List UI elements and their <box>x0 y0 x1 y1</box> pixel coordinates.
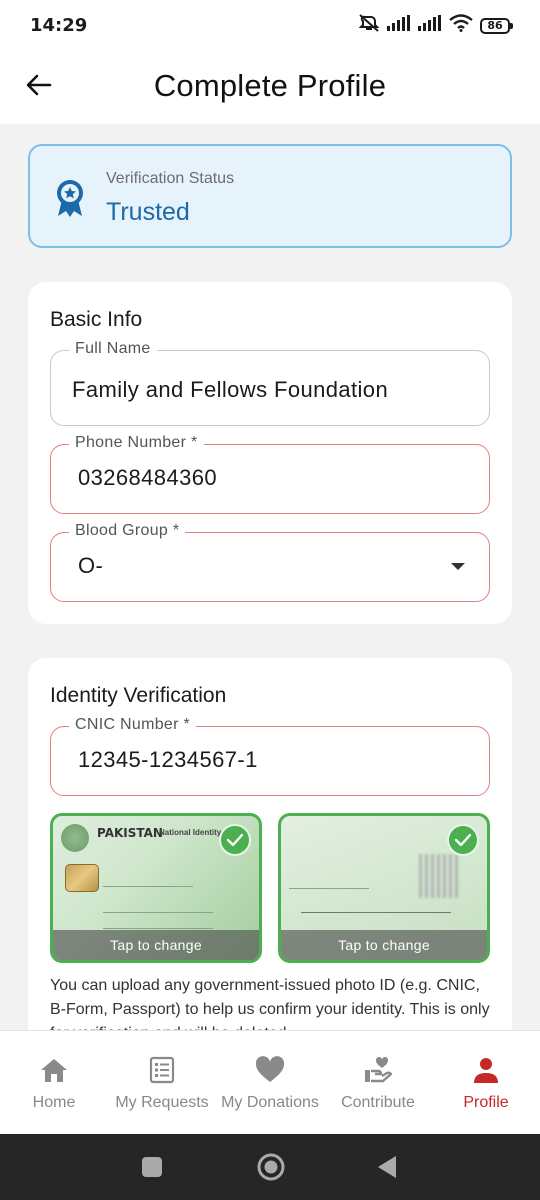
heart-icon <box>255 1055 285 1085</box>
verification-status-value: Trusted <box>106 198 190 226</box>
id-help-text: You can upload any government-issued pho… <box>50 977 490 1030</box>
nav-label-profile: Profile <box>463 1094 509 1111</box>
blood-group-dropdown[interactable]: Blood Group * O- <box>50 522 490 602</box>
cnic-number-label: CNIC Number * <box>69 716 197 734</box>
home-icon <box>39 1055 69 1085</box>
bottom-navigation: Home My Requests My Donations Contribute… <box>0 1030 540 1134</box>
id-front-image[interactable]: PAKISTAN National Identity Card Tap to c… <box>50 813 262 963</box>
list-icon <box>147 1055 177 1085</box>
cnic-number-field[interactable]: CNIC Number * 12345-1234567-1 <box>50 716 490 796</box>
nav-item-my-requests[interactable]: My Requests <box>108 1031 216 1134</box>
check-icon <box>447 824 479 856</box>
nav-item-home[interactable]: Home <box>0 1031 108 1134</box>
app-bar: Complete Profile <box>0 50 540 124</box>
qr-code-image <box>419 854 459 898</box>
dropdown-arrow-icon <box>451 563 465 570</box>
cnic-number-value: 12345-1234567-1 <box>78 747 258 772</box>
chip-image <box>65 864 99 892</box>
tap-to-change-front: Tap to change <box>53 930 259 960</box>
signal-icon <box>387 15 411 36</box>
person-icon <box>471 1055 501 1085</box>
divider <box>301 912 451 913</box>
screen: 14:29 86 Complete Profile Verification S… <box>0 0 540 1200</box>
battery-icon: 86 <box>480 17 513 34</box>
nav-label-my-requests: My Requests <box>115 1094 209 1111</box>
verification-status-card: Verification Status Trusted <box>28 144 512 248</box>
id-back-image[interactable]: Tap to change <box>278 813 490 963</box>
recents-button[interactable] <box>141 1156 163 1183</box>
mute-icon <box>358 14 380 37</box>
basic-info-card: Basic Info Full Name Family and Fellows … <box>28 282 512 624</box>
blood-group-value: O- <box>78 553 104 578</box>
divider <box>103 912 213 913</box>
phone-number-value: 03268484360 <box>78 465 217 490</box>
verification-status-label: Verification Status <box>106 170 235 187</box>
page-title: Complete Profile <box>153 68 387 103</box>
divider <box>289 888 369 889</box>
system-navigation-bar <box>0 1134 540 1200</box>
divider <box>103 928 213 929</box>
nav-item-my-donations[interactable]: My Donations <box>216 1031 324 1134</box>
basic-info-title: Basic Info <box>50 308 143 331</box>
full-name-label: Full Name <box>69 340 157 358</box>
full-name-value: Family and Fellows Foundation <box>72 377 389 402</box>
full-name-field[interactable]: Full Name Family and Fellows Foundation <box>50 340 490 426</box>
divider <box>103 886 193 887</box>
nav-item-contribute[interactable]: Contribute <box>324 1031 432 1134</box>
hand-heart-icon <box>363 1055 393 1085</box>
tap-to-change-back: Tap to change <box>281 930 487 960</box>
id-card-country: PAKISTAN <box>97 826 163 840</box>
status-icons: 86 <box>358 14 513 37</box>
signal-icon <box>418 15 442 36</box>
profile-form[interactable]: Verification Status Trusted Basic Info F… <box>0 124 540 1030</box>
blood-group-label: Blood Group * <box>69 522 186 540</box>
back-system-button[interactable] <box>376 1154 398 1185</box>
wifi-icon <box>449 14 473 37</box>
nav-item-profile[interactable]: Profile <box>432 1031 540 1134</box>
status-time: 14:29 <box>30 15 88 36</box>
emblem-image <box>61 824 89 852</box>
identity-verification-title: Identity Verification <box>50 684 227 707</box>
phone-number-field[interactable]: Phone Number * 03268484360 <box>50 434 490 514</box>
check-icon <box>219 824 251 856</box>
nav-label-home: Home <box>32 1094 76 1111</box>
nav-label-my-donations: My Donations <box>221 1094 319 1111</box>
phone-number-label: Phone Number * <box>69 434 204 452</box>
award-badge-icon <box>54 178 86 218</box>
status-bar: 14:29 86 <box>0 0 540 50</box>
nav-label-contribute: Contribute <box>341 1094 415 1111</box>
identity-verification-card: Identity Verification CNIC Number * 1234… <box>28 658 512 1030</box>
home-system-button[interactable] <box>256 1152 286 1187</box>
